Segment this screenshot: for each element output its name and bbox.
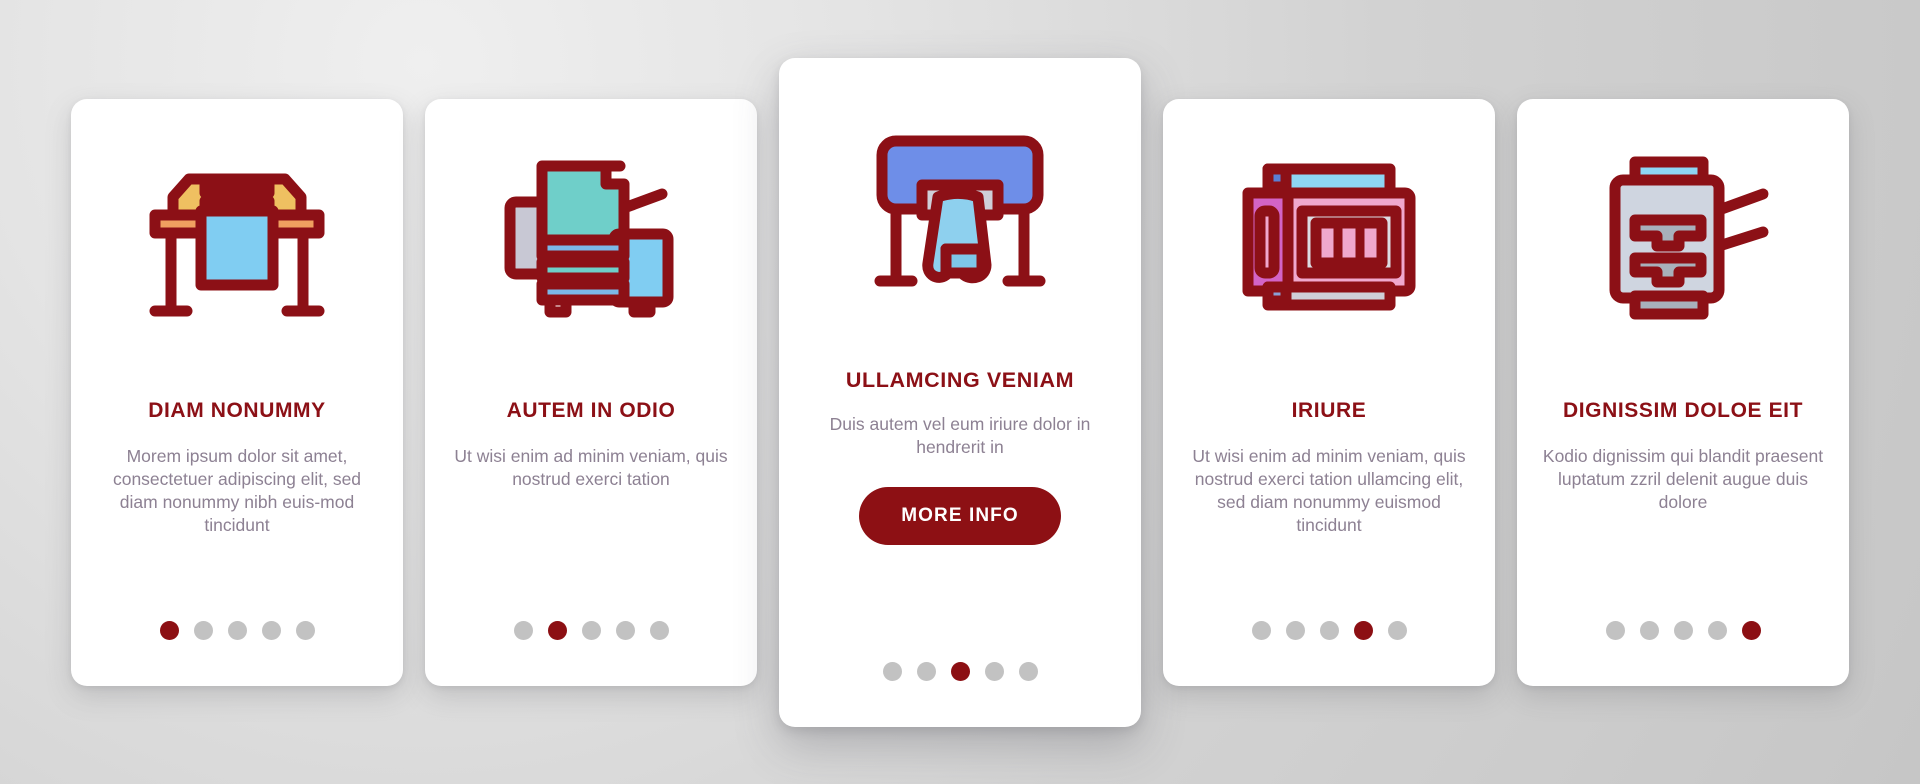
card-body-text: Morem ipsum dolor sit amet, consectetuer… (112, 445, 362, 535)
pagination-dot-3[interactable] (227, 620, 247, 640)
pagination-dot-3[interactable] (950, 661, 970, 681)
card-title: ULLAMCING VENIAM (845, 367, 1075, 392)
card-title: IRIURE (1291, 398, 1367, 422)
pagination-dots[interactable] (1251, 620, 1407, 686)
office-copier-with-trays-icon (1539, 133, 1827, 343)
onboarding-screens-stage: DIAM NONUMMY Morem ipsum dolor sit amet,… (0, 0, 1920, 784)
pagination-dot-5[interactable] (1387, 620, 1407, 640)
pagination-dot-5[interactable] (295, 620, 315, 640)
pagination-dot-3[interactable] (581, 620, 601, 640)
pagination-dot-5[interactable] (1741, 620, 1761, 640)
pagination-dot-1[interactable] (1605, 620, 1625, 640)
pagination-dot-1[interactable] (513, 620, 533, 640)
card-title: DIAM NONUMMY (148, 398, 326, 422)
pagination-dots[interactable] (513, 620, 669, 686)
pagination-dots[interactable] (159, 620, 315, 686)
large-format-printer-with-paper-icon (803, 96, 1117, 324)
pagination-dot-3[interactable] (1673, 620, 1693, 640)
pagination-dot-3[interactable] (1319, 620, 1339, 640)
pagination-dot-1[interactable] (1251, 620, 1271, 640)
onboarding-card-3-featured[interactable]: ULLAMCING VENIAM Duis autem vel eum iriu… (779, 57, 1141, 727)
plotter-wide-format-printer-icon (93, 133, 381, 343)
pagination-dot-2[interactable] (547, 620, 567, 640)
pagination-dots[interactable] (882, 661, 1038, 727)
pagination-dot-2[interactable] (193, 620, 213, 640)
onboarding-card-2[interactable]: AUTEM IN ODIO Ut wisi enim ad minim veni… (425, 98, 757, 686)
pagination-dots[interactable] (1605, 620, 1761, 686)
pagination-dot-1[interactable] (159, 620, 179, 640)
onboarding-card-1[interactable]: DIAM NONUMMY Morem ipsum dolor sit amet,… (71, 98, 403, 686)
multifunction-copier-icon (447, 133, 735, 343)
pagination-dot-2[interactable] (1639, 620, 1659, 640)
card-body-text: Ut wisi enim ad minim veniam, quis nostr… (1192, 445, 1466, 535)
pagination-dot-5[interactable] (649, 620, 669, 640)
pagination-dot-2[interactable] (916, 661, 936, 681)
card-body-text: Kodio dignissim qui blandit praesent lup… (1542, 445, 1824, 512)
pagination-dot-1[interactable] (882, 661, 902, 681)
card-body-text: Duis autem vel eum iriure dolor in hendr… (829, 413, 1091, 457)
onboarding-card-row: DIAM NONUMMY Morem ipsum dolor sit amet,… (0, 0, 1920, 784)
pagination-dot-4[interactable] (1707, 620, 1727, 640)
pagination-dot-4[interactable] (1353, 620, 1373, 640)
pagination-dot-4[interactable] (261, 620, 281, 640)
card-title: DIGNISSIM DOLOE EIT (1562, 398, 1804, 422)
pagination-dot-2[interactable] (1285, 620, 1305, 640)
onboarding-card-4[interactable]: IRIURE Ut wisi enim ad minim veniam, qui… (1163, 98, 1495, 686)
card-title: AUTEM IN ODIO (506, 398, 676, 422)
more-info-button[interactable]: MORE INFO (859, 486, 1061, 545)
flatbed-scanner-printer-icon (1185, 133, 1473, 343)
pagination-dot-4[interactable] (984, 661, 1004, 681)
card-body-text: Ut wisi enim ad minim veniam, quis nostr… (454, 445, 728, 489)
pagination-dot-4[interactable] (615, 620, 635, 640)
pagination-dot-5[interactable] (1018, 661, 1038, 681)
onboarding-card-5[interactable]: DIGNISSIM DOLOE EIT Kodio dignissim qui … (1517, 98, 1849, 686)
